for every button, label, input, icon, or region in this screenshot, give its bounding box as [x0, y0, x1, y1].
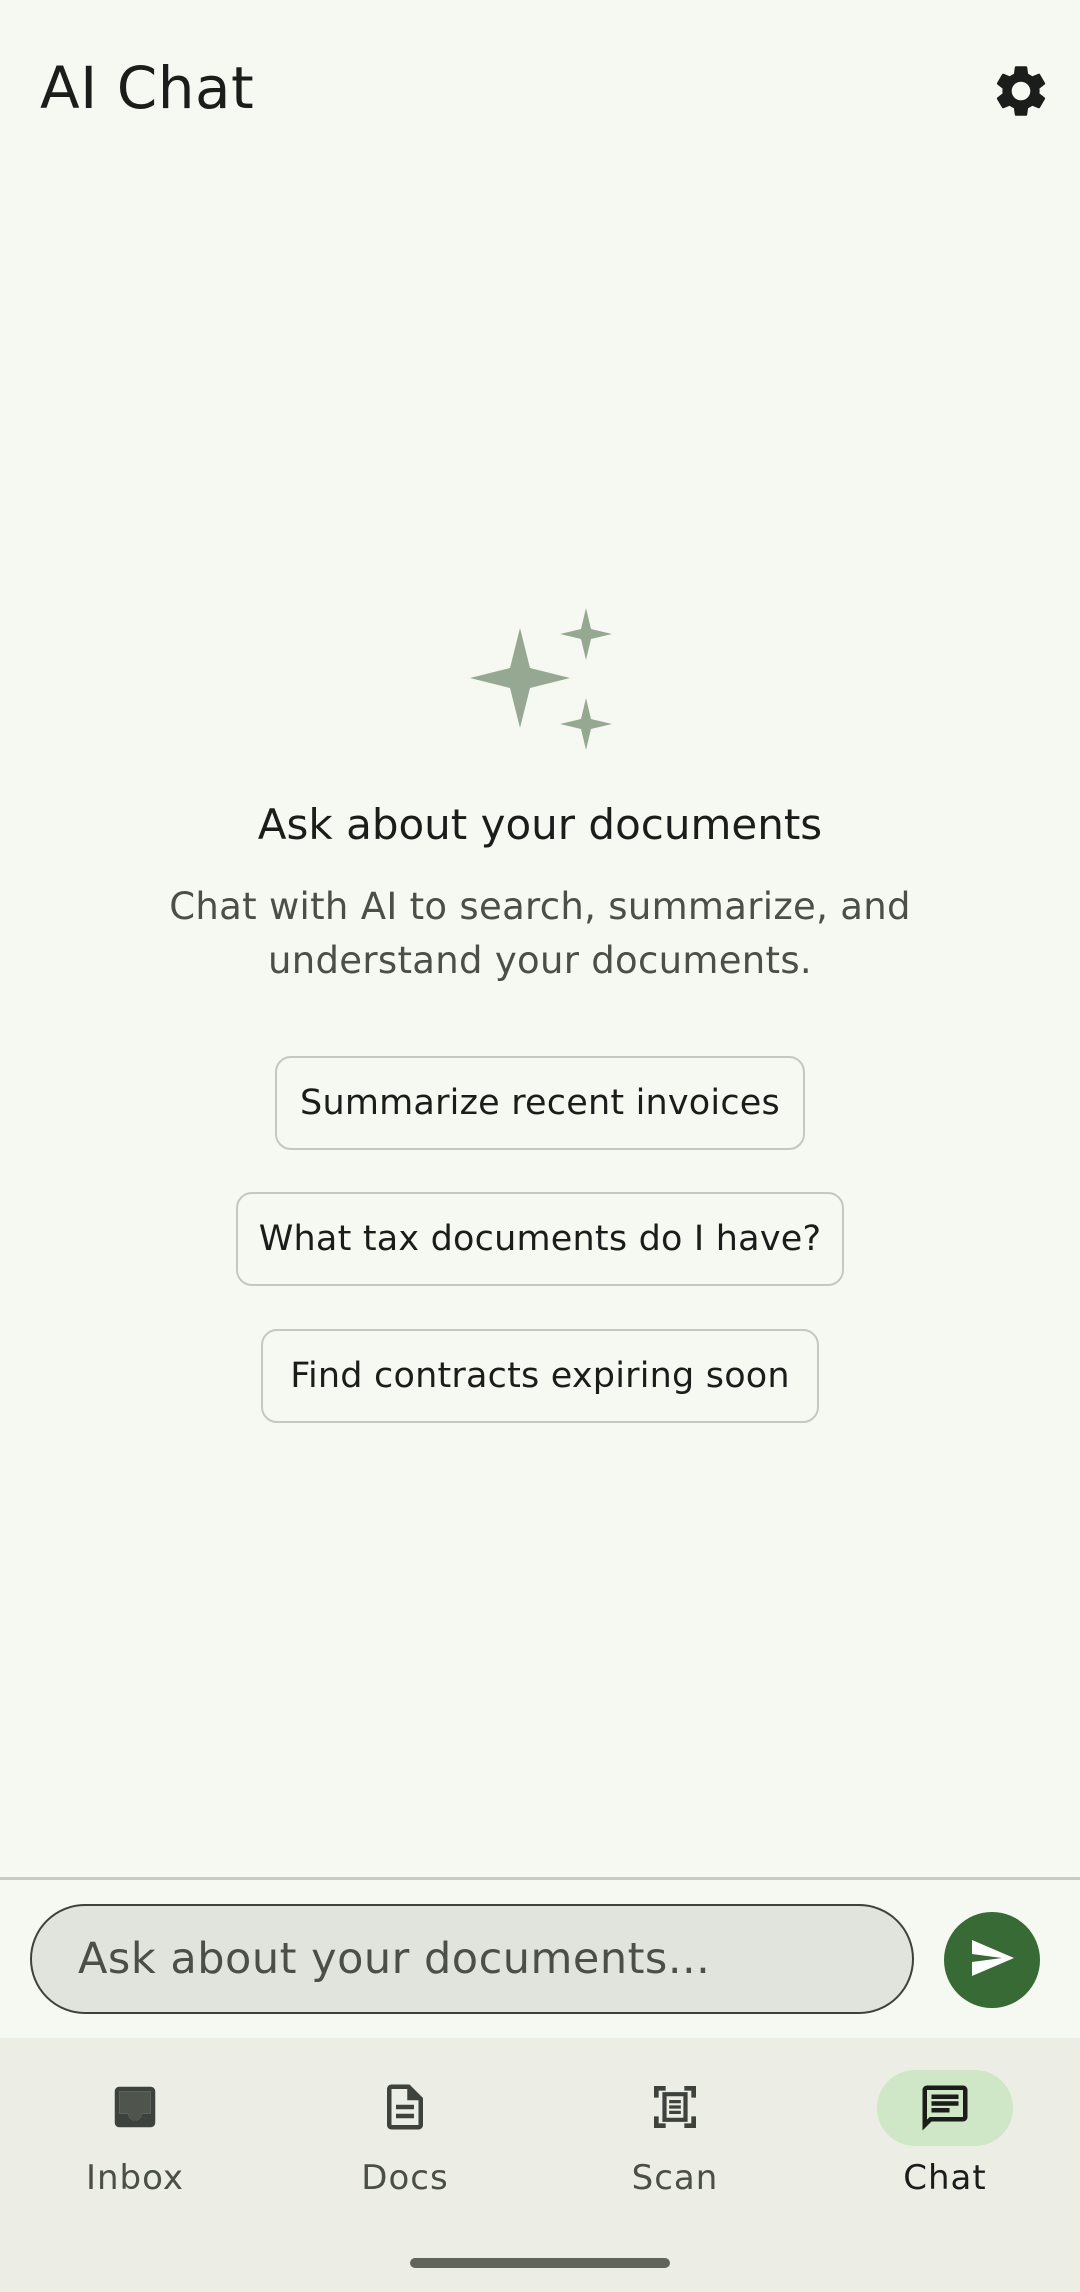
chat-icon [877, 2070, 1013, 2146]
inbox-icon [79, 2070, 191, 2144]
suggestion-chip[interactable]: Find contracts expiring soon [261, 1329, 819, 1423]
empty-state-description: Chat with AI to search, summarize, and u… [169, 885, 911, 982]
nav-label: Chat [903, 2158, 987, 2198]
nav-item-docs[interactable]: Docs [270, 2038, 540, 2238]
nav-label: Inbox [85, 2158, 185, 2198]
nav-item-scan[interactable]: Scan [540, 2038, 810, 2238]
send-icon [968, 1934, 1016, 1986]
suggestion-chip[interactable]: Summarize recent invoices [275, 1056, 805, 1150]
top-app-bar: AI Chat [0, 0, 1080, 176]
document-icon [349, 2070, 461, 2144]
bottom-navigation: Inbox Docs Scan Chat [0, 2038, 1080, 2292]
ai-chat-screen: AI Chat Ask about your documents Chat wi… [0, 0, 1080, 2292]
nav-label: Docs [361, 2158, 449, 2198]
page-title: AI Chat [40, 54, 255, 122]
suggestion-chip[interactable]: What tax documents do I have? [236, 1192, 844, 1286]
sparkles-icon [462, 600, 622, 760]
gear-icon[interactable] [990, 60, 1052, 122]
message-composer [0, 1880, 1080, 2038]
home-indicator[interactable] [410, 2258, 670, 2268]
send-button[interactable] [944, 1912, 1040, 2008]
empty-state-heading: Ask about your documents [257, 800, 823, 849]
scan-icon [619, 2070, 731, 2144]
message-input[interactable] [30, 1904, 914, 2014]
nav-label: Scan [631, 2158, 719, 2198]
nav-item-inbox[interactable]: Inbox [0, 2038, 270, 2238]
nav-item-chat[interactable]: Chat [810, 2038, 1080, 2238]
